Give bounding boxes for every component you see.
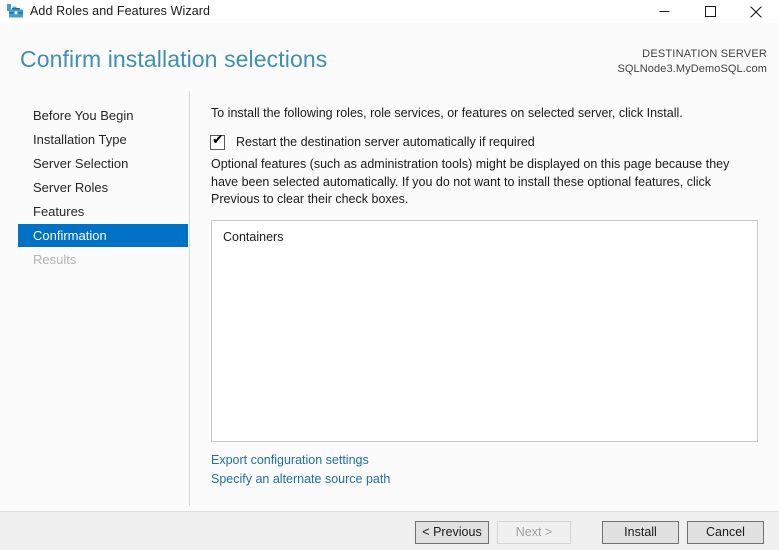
optional-features-note: Optional features (such as administratio…: [211, 156, 758, 209]
install-button[interactable]: Install: [602, 521, 679, 544]
checkmark-icon: ✔: [212, 133, 224, 148]
page-header: Confirm installation selections DESTINAT…: [0, 23, 779, 91]
sidebar-item-confirmation[interactable]: Confirmation: [18, 224, 188, 247]
sidebar-item-label: Installation Type: [18, 132, 127, 148]
sidebar-item-label: Results: [18, 252, 76, 268]
add-roles-and-features-wizard-window: S Add Roles and Features Wizard: [0, 0, 779, 550]
sidebar-item-features[interactable]: Features: [18, 200, 188, 223]
sidebar-item-server-roles[interactable]: Server Roles: [18, 176, 188, 199]
maximize-icon[interactable]: [687, 0, 733, 23]
sidebar-item-label: Before You Begin: [18, 108, 133, 124]
toolbox-icon: [7, 4, 24, 19]
page-title: Confirm installation selections: [20, 45, 327, 73]
wizard-links: Export configuration settings Specify an…: [211, 451, 390, 489]
minimize-icon[interactable]: [641, 0, 687, 23]
next-button: Next >: [497, 521, 571, 544]
wizard-step-nav: Before You Begin Installation Type Serve…: [0, 91, 189, 511]
specify-alternate-source-path-link[interactable]: Specify an alternate source path: [211, 470, 390, 489]
sidebar-item-label: Server Selection: [18, 156, 128, 172]
destination-server-block: DESTINATION SERVER SQLNode3.MyDemoSQL.co…: [617, 47, 767, 77]
sidebar-item-before-you-begin[interactable]: Before You Begin: [18, 104, 188, 127]
list-item[interactable]: Containers: [212, 228, 757, 247]
restart-server-checkbox-row[interactable]: ✔ Restart the destination server automat…: [210, 134, 535, 151]
main-pane: To install the following roles, role ser…: [190, 91, 779, 511]
sidebar-item-label: Confirmation: [18, 228, 107, 244]
export-configuration-settings-link[interactable]: Export configuration settings: [211, 451, 390, 470]
footer-button-bar: < Previous Next > Install Cancel: [0, 512, 779, 550]
sidebar-item-label: Server Roles: [18, 180, 108, 196]
close-icon[interactable]: [733, 0, 779, 23]
selected-features-listbox[interactable]: Containers: [211, 220, 758, 442]
sidebar-item-results: Results: [18, 248, 188, 271]
body-area: Before You Begin Installation Type Serve…: [0, 91, 779, 511]
window-title: Add Roles and Features Wizard: [30, 3, 210, 20]
cancel-button[interactable]: Cancel: [687, 521, 764, 544]
intro-instruction-text: To install the following roles, role ser…: [211, 105, 761, 122]
restart-server-checkbox-label: Restart the destination server automatic…: [236, 134, 535, 151]
sidebar-item-installation-type[interactable]: Installation Type: [18, 128, 188, 151]
destination-server-label: DESTINATION SERVER: [617, 47, 767, 62]
title-bar: Add Roles and Features Wizard: [0, 0, 779, 23]
restart-server-checkbox[interactable]: ✔: [210, 135, 225, 150]
previous-button[interactable]: < Previous: [415, 521, 489, 544]
sidebar-item-label: Features: [18, 204, 84, 220]
sidebar-item-server-selection[interactable]: Server Selection: [18, 152, 188, 175]
destination-server-name: SQLNode3.MyDemoSQL.com: [617, 62, 767, 77]
